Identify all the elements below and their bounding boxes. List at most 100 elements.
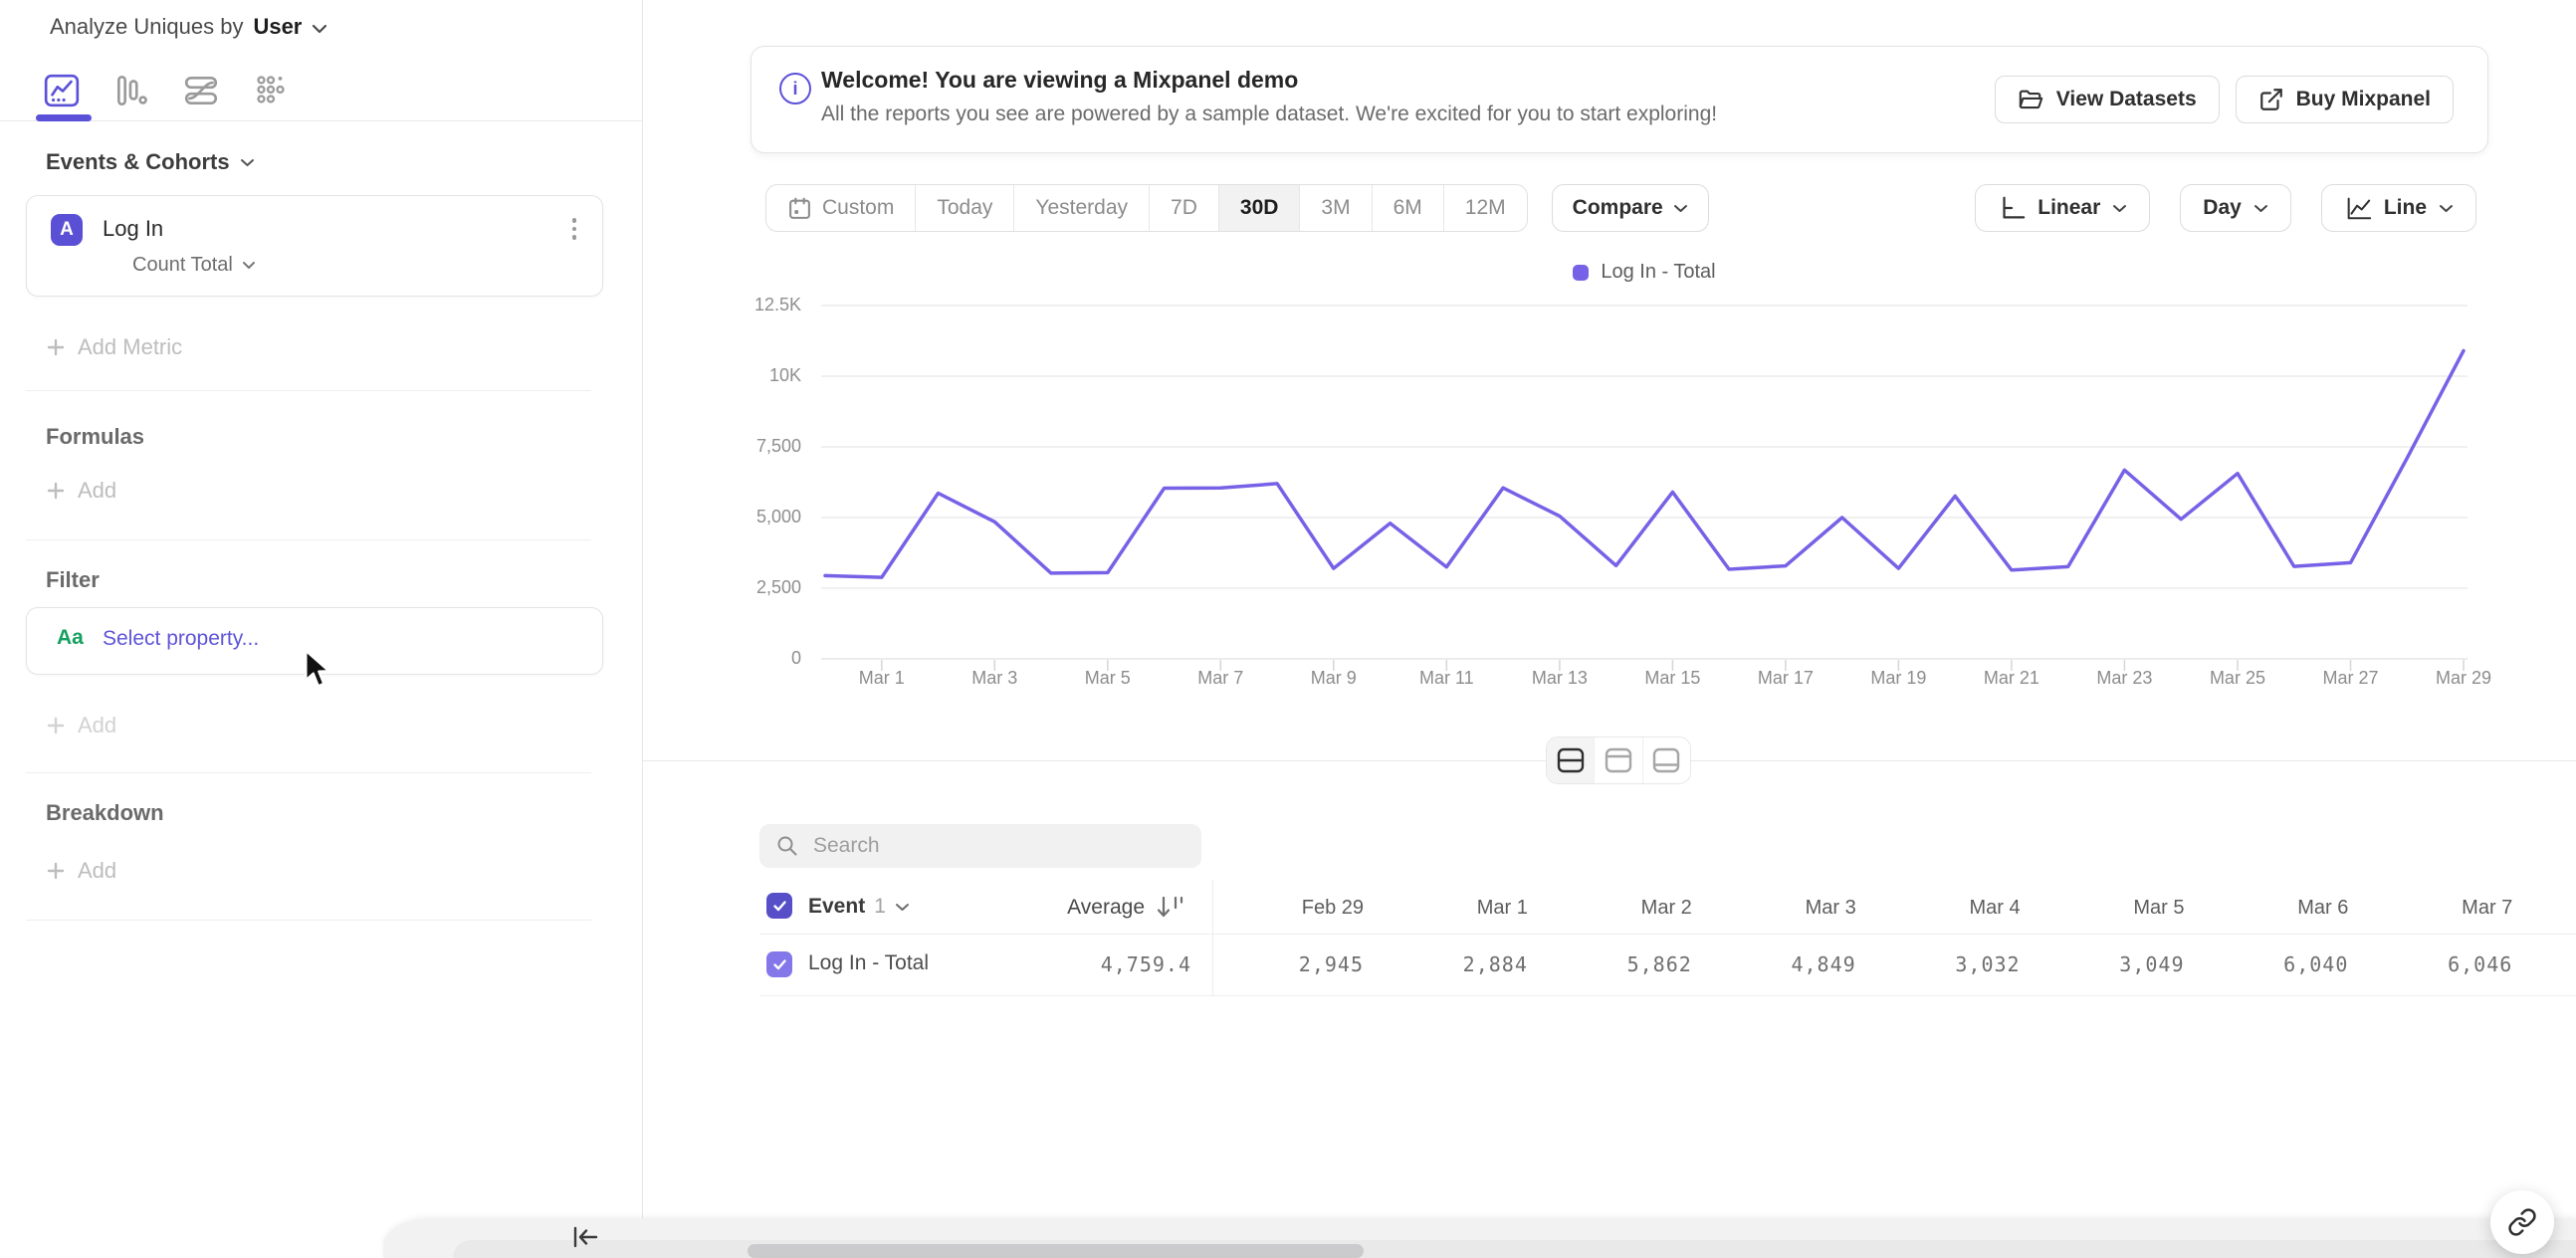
chevron-down-icon[interactable]: [312, 14, 327, 40]
add-formula-button[interactable]: Add: [46, 478, 116, 504]
column-header-mar-7[interactable]: Mar 7: [2363, 882, 2512, 934]
legend-swatch: [1573, 264, 1590, 281]
column-header-mar-1[interactable]: Mar 1: [1379, 882, 1528, 934]
range-30d[interactable]: 30D: [1218, 185, 1301, 231]
chevron-down-icon: [240, 158, 254, 166]
x-axis-label: Mar 5: [1084, 668, 1131, 688]
range-6m[interactable]: 6M: [1373, 185, 1444, 231]
external-link-icon: [2259, 89, 2282, 110]
chevron-down-icon: [2113, 204, 2127, 212]
view-datasets-button[interactable]: View Datasets: [1994, 76, 2220, 123]
range-label: 7D: [1171, 196, 1197, 219]
cell-value: 6,040: [2283, 952, 2349, 976]
buy-mixpanel-button[interactable]: Buy Mixpanel: [2235, 76, 2454, 123]
y-axis-label: 5,000: [755, 507, 801, 526]
cell-value: 3,032: [1955, 952, 2021, 976]
compare-button[interactable]: Compare: [1551, 184, 1709, 232]
mixpanel-insights-report: Analyze Uniques by User Events & Cohorts: [0, 0, 2576, 1258]
table-search[interactable]: [759, 824, 1201, 868]
range-3m[interactable]: 3M: [1300, 185, 1373, 231]
add-breakdown-button[interactable]: Add: [46, 858, 116, 884]
legend-item[interactable]: Log In - Total: [1573, 261, 1716, 284]
events-cohorts-title[interactable]: Events & Cohorts: [46, 149, 255, 175]
tab-bar-chart[interactable]: [109, 60, 153, 121]
row-checkbox[interactable]: [766, 951, 792, 977]
event-column-header[interactable]: Event 1: [808, 895, 910, 919]
cell-value: 6,046: [2448, 952, 2513, 976]
range-today[interactable]: Today: [916, 185, 1015, 231]
collapse-sidebar-button[interactable]: [567, 1220, 603, 1254]
unit-selector[interactable]: User: [253, 14, 302, 40]
add-metric-button[interactable]: Add Metric: [46, 334, 182, 360]
column-header-feb-29[interactable]: Feb 29: [1214, 882, 1364, 934]
column-header-mar-4[interactable]: Mar 4: [1871, 882, 2020, 934]
interval-selector-button[interactable]: Day: [2180, 184, 2291, 232]
x-axis-label: Mar 13: [1531, 668, 1588, 688]
metric-card[interactable]: A Log In Count Total: [26, 195, 603, 297]
aggregation-selector[interactable]: Count Total: [132, 254, 256, 277]
range-7d[interactable]: 7D: [1150, 185, 1219, 231]
row-average-value: 4,759.4: [1100, 952, 1191, 976]
analysis-label: Analyze Uniques by: [50, 14, 244, 39]
y-axis-label: 2,500: [755, 577, 801, 597]
horizontal-scrollbar-thumb[interactable]: [748, 1244, 1364, 1258]
layout-split-button[interactable]: [1547, 737, 1596, 783]
layout-table-only-button[interactable]: [1643, 737, 1690, 783]
plus-icon: [47, 338, 65, 356]
x-axis-label: Mar 23: [2096, 668, 2153, 688]
average-column-header[interactable]: Average: [946, 882, 1145, 934]
line-chart[interactable]: Mar 1 Mar 3 Mar 5 Mar 7 Mar 9 Mar 11 Mar 13 Mar…: [821, 296, 2491, 714]
mouse-cursor: [304, 649, 337, 696]
chevron-down-icon: [895, 903, 909, 911]
x-axis-label: Mar 11: [1419, 668, 1474, 688]
range-yesterday[interactable]: Yesterday: [1014, 185, 1151, 231]
calendar-icon: [789, 197, 810, 219]
bar-chart-icon: [117, 75, 147, 105]
share-link-button[interactable]: [2490, 1190, 2554, 1254]
tab-retention[interactable]: [249, 60, 293, 121]
search-icon: [777, 836, 797, 856]
results-table: Event 1 Average Feb 29 Mar 1 Mar 2 Mar 3 Mar…: [759, 880, 2576, 996]
y-axis-label: 0: [790, 648, 801, 668]
column-header-mar-6[interactable]: Mar 6: [2199, 882, 2348, 934]
layout-chart-only-button[interactable]: [1595, 737, 1643, 783]
date-range-group: Custom Today Yesterday 7D 30D 3M 6M 12M: [765, 184, 1528, 232]
y-axis-label: 7,500: [755, 436, 801, 456]
demo-banner: i Welcome! You are viewing a Mixpanel de…: [751, 46, 2488, 153]
scale-selector-button[interactable]: Linear: [1975, 184, 2151, 232]
banner-title: Welcome! You are viewing a Mixpanel demo: [821, 67, 1299, 93]
search-input[interactable]: [811, 833, 1154, 859]
cell-value: 2,884: [1462, 952, 1528, 976]
filter-title: Filter: [46, 567, 100, 592]
range-label: 30D: [1239, 196, 1279, 219]
table-row[interactable]: Log In - Total 4,759.4 2,945 2,884 5,862 4,…: [759, 935, 2576, 996]
breakdown-title: Breakdown: [46, 800, 164, 825]
select-property-link[interactable]: Select property...: [103, 627, 259, 651]
select-all-checkbox[interactable]: [766, 893, 792, 919]
x-axis-label: Mar 15: [1644, 668, 1701, 688]
tab-flows[interactable]: [179, 60, 223, 121]
column-header-mar-5[interactable]: Mar 5: [2036, 882, 2184, 934]
kebab-menu-icon[interactable]: [571, 218, 576, 240]
layout-bottom-icon: [1653, 747, 1680, 773]
column-header-mar-3[interactable]: Mar 3: [1707, 882, 1856, 934]
property-type-badge: Aa: [57, 626, 84, 649]
y-axis-label: 12.5K: [753, 295, 801, 314]
query-builder-sidebar: Analyze Uniques by User Events & Cohorts: [0, 0, 643, 1258]
x-axis-label: Mar 27: [2322, 668, 2379, 688]
x-axis-label: Mar 19: [1870, 668, 1927, 688]
cell-value: 3,049: [2119, 952, 2185, 976]
metric-event-name[interactable]: Log In: [103, 216, 163, 242]
divider: [26, 772, 591, 773]
range-12m[interactable]: 12M: [1444, 185, 1527, 231]
tab-insights[interactable]: [40, 60, 84, 121]
column-header-mar-2[interactable]: Mar 2: [1543, 882, 1692, 934]
chart-type-selector-button[interactable]: Line: [2320, 184, 2476, 232]
sort-descending-icon[interactable]: [1155, 895, 1188, 926]
formulas-title: Formulas: [46, 424, 145, 449]
add-filter-button[interactable]: Add: [46, 713, 116, 738]
x-axis-label: Mar 17: [1757, 668, 1814, 688]
range-custom[interactable]: Custom: [766, 185, 917, 231]
range-label: Custom: [822, 196, 895, 219]
x-axis-label: Mar 29: [2435, 668, 2492, 688]
